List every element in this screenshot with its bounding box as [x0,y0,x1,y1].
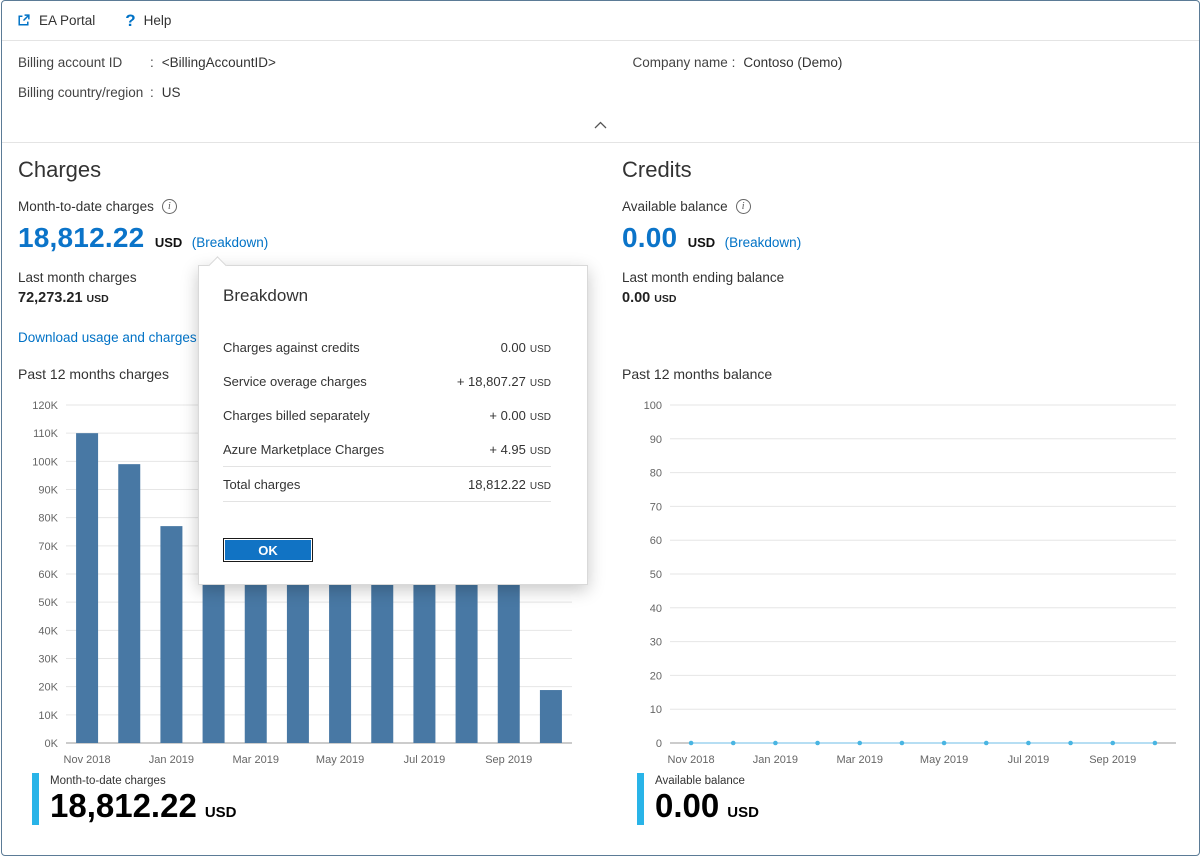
mtd-summary-label: Month-to-date charges [50,775,236,787]
topbar: EA Portal ? Help [2,1,1199,41]
svg-text:Sep 2019: Sep 2019 [485,754,532,766]
company-name-value: Contoso (Demo) [743,55,842,70]
charges-title: Charges [18,157,584,183]
mtd-summary: Month-to-date charges 18,812.22USD [32,773,236,825]
mtd-summary-value: 18,812.22 [50,787,197,824]
billing-country-value: US [162,85,181,100]
svg-text:120K: 120K [32,400,58,412]
svg-text:Nov 2018: Nov 2018 [668,754,715,766]
svg-text:Sep 2019: Sep 2019 [1089,754,1136,766]
company-name-label: Company name [633,55,728,70]
billing-country-row: Billing country/region:US [18,85,601,100]
svg-text:80: 80 [650,468,662,480]
svg-text:0K: 0K [45,738,59,750]
svg-text:30: 30 [650,637,662,649]
credits-breakdown-link[interactable]: (Breakdown) [725,235,802,250]
ea-portal-link[interactable]: EA Portal [16,13,95,28]
svg-text:110K: 110K [33,428,59,440]
available-balance-label: Available balance [622,199,728,214]
ok-button[interactable]: OK [223,538,313,562]
dialog-divider [223,501,551,502]
dialog-row-charges-against-credits: Charges against credits 0.00USD [199,330,587,364]
svg-text:20: 20 [650,670,662,682]
dialog-title: Breakdown [223,286,563,306]
info-icon[interactable]: i [162,199,177,214]
balance-summary-label: Available balance [655,775,759,787]
ea-portal-page: EA Portal ? Help Billing account ID:<Bil… [1,0,1200,856]
company-name-row: Company name :Contoso (Demo) [633,55,1184,70]
svg-text:50K: 50K [38,597,58,609]
svg-text:Jan 2019: Jan 2019 [753,754,798,766]
chevron-up-icon [594,121,607,129]
charges-chart-title: Past 12 months charges [18,366,169,382]
credits-section: Credits Available balance i 0.00 USD (Br… [622,151,1188,306]
svg-text:40K: 40K [38,625,58,637]
dialog-row-billed-separately: Charges billed separately + 0.00USD [199,398,587,432]
billing-account-id-value: <BillingAccountID> [162,55,276,70]
mtd-currency: USD [155,235,182,250]
balance-amount-row: 0.00 USD (Breakdown) [622,222,1188,254]
credits-line-chart: 0 10 20 30 40 50 60 70 80 90 100 Nov 2018 Jan 2019 Ma… [622,397,1188,769]
svg-text:May 2019: May 2019 [920,754,968,766]
svg-text:Jul 2019: Jul 2019 [404,754,446,766]
svg-text:60: 60 [650,535,662,547]
credits-title: Credits [622,157,1188,183]
svg-text:0: 0 [656,738,662,750]
dialog-row-service-overage: Service overage charges + 18,807.27USD [199,364,587,398]
svg-text:Mar 2019: Mar 2019 [233,754,279,766]
svg-text:80K: 80K [38,513,58,525]
info-icon[interactable]: i [736,199,751,214]
balance-summary: Available balance 0.00USD [637,773,759,825]
credits-chart-title: Past 12 months balance [622,366,772,382]
ea-portal-label: EA Portal [39,13,95,28]
balance-label-row: Available balance i [622,199,1188,214]
mtd-amount: 18,812.22 [18,222,144,253]
svg-text:10K: 10K [38,710,58,722]
download-usage-link[interactable]: Download usage and charges [18,330,197,345]
svg-text:20K: 20K [38,682,58,694]
svg-text:30K: 30K [38,654,58,666]
svg-text:Jul 2019: Jul 2019 [1008,754,1050,766]
svg-text:40: 40 [650,603,662,615]
last-month-balance-label: Last month ending balance [622,270,1188,285]
svg-text:60K: 60K [38,569,58,581]
billing-account-id-label: Billing account ID [18,55,150,70]
billing-account-id-row: Billing account ID:<BillingAccountID> [18,55,601,70]
mtd-label: Month-to-date charges [18,199,154,214]
svg-text:90: 90 [650,434,662,446]
balance-amount: 0.00 [622,222,677,253]
accent-bar [32,773,39,825]
help-icon: ? [125,12,135,29]
dialog-row-total: Total charges 18,812.22USD [199,467,587,501]
mtd-amount-row: 18,812.22 USD (Breakdown) [18,222,584,254]
help-label: Help [144,13,172,28]
svg-text:Jan 2019: Jan 2019 [149,754,194,766]
help-link[interactable]: ? Help [125,12,171,29]
svg-text:May 2019: May 2019 [316,754,364,766]
svg-text:Nov 2018: Nov 2018 [64,754,111,766]
billing-info-bar: Billing account ID:<BillingAccountID> Bi… [2,41,1199,143]
balance-currency: USD [688,235,715,250]
svg-text:50: 50 [650,569,662,581]
svg-text:70K: 70K [38,541,58,553]
charges-breakdown-link[interactable]: (Breakdown) [192,235,269,250]
billing-country-label: Billing country/region [18,85,150,100]
breakdown-dialog: Breakdown Charges against credits 0.00US… [198,265,588,585]
mtd-label-row: Month-to-date charges i [18,199,584,214]
svg-text:70: 70 [650,501,662,513]
svg-text:90K: 90K [38,485,58,497]
svg-text:10: 10 [650,704,662,716]
svg-text:Mar 2019: Mar 2019 [837,754,883,766]
svg-text:100K: 100K [32,456,58,468]
collapse-panel-control[interactable] [18,115,1183,138]
last-month-balance-value: 0.00USD [622,290,1188,306]
external-link-icon [16,13,31,28]
accent-bar [637,773,644,825]
balance-summary-value: 0.00 [655,787,719,824]
dialog-row-marketplace: Azure Marketplace Charges + 4.95USD [199,432,587,466]
svg-text:100: 100 [644,400,662,412]
